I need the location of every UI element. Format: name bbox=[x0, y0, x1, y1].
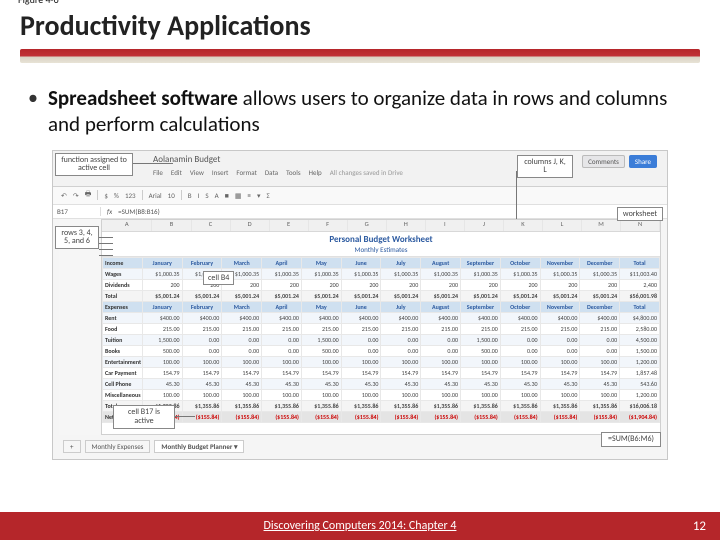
table-row: Tuition1,500.000.000.000.001,500.000.000… bbox=[103, 334, 660, 345]
menu-view[interactable]: View bbox=[190, 168, 204, 177]
net-row: Net($155.84)($155.84)($155.84)($155.84)(… bbox=[103, 411, 660, 422]
align-icon[interactable]: ≡ bbox=[247, 191, 251, 200]
formula-input[interactable]: =SUM(B8:B16) bbox=[118, 207, 160, 216]
sheet-tab-expenses[interactable]: Monthly Expenses bbox=[85, 440, 151, 453]
autosave-note: All changes saved in Drive bbox=[330, 168, 403, 177]
expenses-header-row: Expenses JanuaryFebruaryMarchAprilMayJun… bbox=[103, 301, 660, 312]
menu-insert[interactable]: Insert bbox=[212, 168, 228, 177]
worksheet-grid[interactable]: ABCDEFGHIJKLMN Personal Budget Worksheet… bbox=[101, 219, 661, 435]
share-button[interactable]: Share bbox=[629, 155, 657, 168]
column-headers[interactable]: ABCDEFGHIJKLMN bbox=[102, 220, 660, 232]
numfmt-icon[interactable]: 123 bbox=[125, 191, 136, 200]
italic-icon[interactable]: I bbox=[198, 191, 200, 200]
slide-number: 12 bbox=[693, 519, 706, 534]
bold-icon[interactable]: B bbox=[188, 191, 192, 200]
menu-format[interactable]: Format bbox=[236, 168, 256, 177]
page-reference: Pages 160 - 161 Figure 4-6 bbox=[18, 0, 82, 536]
table-row: Entertainment100.00100.00100.00100.00100… bbox=[103, 356, 660, 367]
table-row: Car Payment154.79154.79154.79154.79154.7… bbox=[103, 367, 660, 378]
font-select[interactable]: Arial bbox=[149, 191, 162, 200]
bullet-text: Spreadsheet software allows users to org… bbox=[48, 85, 692, 138]
callout-function-assigned: function assigned to active cell bbox=[55, 153, 133, 177]
fill-icon[interactable]: ■ bbox=[225, 191, 229, 200]
sheet-tabs: + Monthly Expenses Monthly Budget Planne… bbox=[63, 440, 244, 453]
table-row: Miscellaneous100.00100.00100.00100.00100… bbox=[103, 389, 660, 400]
menu-file[interactable]: File bbox=[153, 168, 163, 177]
slide-title: Productivity Applications bbox=[20, 8, 700, 43]
title-underline bbox=[20, 49, 700, 63]
callout-worksheet: worksheet bbox=[617, 207, 663, 222]
slide-footer: Discovering Computers 2014: Chapter 4 12 bbox=[0, 512, 720, 540]
callout-columns: columns J, K, L bbox=[517, 155, 573, 179]
table-row: Cell Phone45.3045.3045.3045.3045.3045.30… bbox=[103, 378, 660, 389]
textcolor-icon[interactable]: A bbox=[215, 191, 219, 200]
table-row: Rent$400.00$400.00$400.00$400.00$400.00$… bbox=[103, 312, 660, 323]
menu-bar: File Edit View Insert Format Data Tools … bbox=[153, 168, 403, 177]
footer-text: Discovering Computers 2014: Chapter 4 bbox=[0, 519, 720, 533]
income-header-row: Income JanuaryFebruaryMarchAprilMayJuneJ… bbox=[103, 257, 660, 268]
menu-edit[interactable]: Edit bbox=[171, 168, 182, 177]
expenses-total-row: Total$1,355.86$1,355.86$1,355.86$1,355.8… bbox=[103, 400, 660, 411]
table-row: Wages$1,000.35$1,000.35$1,000.35$1,000.3… bbox=[103, 268, 660, 279]
data-table[interactable]: Income JanuaryFebruaryMarchAprilMayJuneJ… bbox=[102, 257, 660, 423]
currency-icon[interactable]: $ bbox=[104, 191, 108, 200]
sheet-tab-budget[interactable]: Monthly Budget Planner ▾ bbox=[154, 440, 244, 453]
strike-icon[interactable]: S bbox=[205, 191, 208, 200]
table-row: Dividends2002002002002002002002002002002… bbox=[103, 279, 660, 290]
fx-label: fx bbox=[101, 207, 118, 216]
callout-cell-b4: cell B4 bbox=[203, 271, 234, 286]
spreadsheet-screenshot: function assigned to active cell rows 3,… bbox=[52, 150, 668, 460]
more-icon[interactable]: ▾ bbox=[257, 191, 261, 200]
functions-icon[interactable]: Σ bbox=[267, 191, 270, 200]
table-row: Food215.00215.00215.00215.00215.00215.00… bbox=[103, 323, 660, 334]
callout-rows: rows 3, 4, 5, and 6 bbox=[55, 226, 99, 250]
callout-sum-function: =SUM(B6:M6) bbox=[601, 432, 661, 447]
income-total-row: Total$5,001.24$5,001.24$5,001.24$5,001.2… bbox=[103, 290, 660, 301]
formula-bar: B17 fx =SUM(B8:B16) bbox=[53, 205, 667, 219]
app-bar: Aolanamin Budget File Edit View Insert F… bbox=[53, 151, 667, 187]
toolbar: ↶ ↷ 🖶 $ % 123 Arial 10 B I S A ■ ▦ ≡ ▾ Σ bbox=[53, 187, 667, 205]
figure-line: Figure 4-6 bbox=[18, 0, 82, 5]
fontsize-select[interactable]: 10 bbox=[168, 191, 175, 200]
menu-tools[interactable]: Tools bbox=[286, 168, 301, 177]
bullet-item: • Spreadsheet software allows users to o… bbox=[28, 85, 692, 138]
comments-button[interactable]: Comments bbox=[582, 155, 625, 168]
menu-help[interactable]: Help bbox=[309, 168, 322, 177]
sheet-title: Personal Budget Worksheet bbox=[102, 232, 660, 245]
table-row: Books500.000.000.000.00500.000.000.000.0… bbox=[103, 345, 660, 356]
menu-data[interactable]: Data bbox=[265, 168, 278, 177]
sheet-subtitle: Monthly Estimates bbox=[102, 245, 660, 257]
callout-active-cell: cell B17 is active bbox=[113, 405, 175, 429]
print-icon[interactable]: 🖶 bbox=[85, 189, 92, 201]
percent-icon[interactable]: % bbox=[114, 191, 119, 200]
borders-icon[interactable]: ▦ bbox=[235, 191, 242, 200]
